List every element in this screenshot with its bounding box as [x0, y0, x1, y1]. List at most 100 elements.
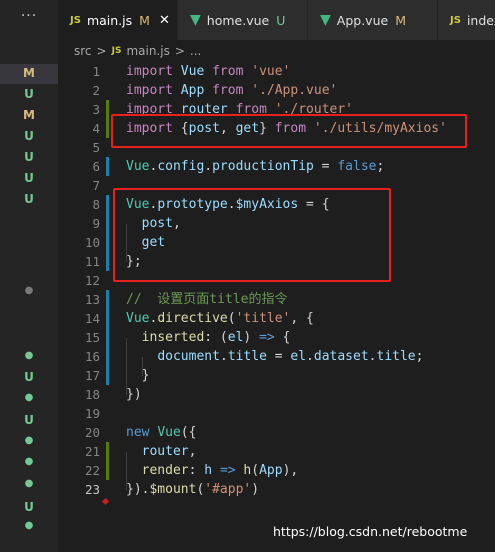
highlight-box-import — [111, 114, 467, 148]
code-token: . — [219, 349, 228, 364]
modified-gutter-marker — [106, 347, 109, 366]
line-number: 5 — [92, 140, 100, 155]
code-token: ) — [251, 482, 260, 497]
code-text: Vue.directive('title', { — [126, 309, 314, 328]
modified-gutter-marker — [106, 290, 109, 309]
modified-gutter-marker — [106, 233, 109, 252]
code-token: }). — [126, 482, 150, 497]
code-line[interactable]: 16 document.title = el.dataset.title; — [58, 347, 495, 366]
code-token: => — [259, 330, 275, 345]
added-gutter-marker — [106, 100, 109, 119]
line-number: 21 — [84, 444, 100, 459]
code-text: inserted: (el) => { — [126, 328, 291, 347]
code-token: . — [368, 349, 377, 364]
line-number: 20 — [84, 425, 100, 440]
scm-status-badge: U — [24, 413, 34, 427]
breadcrumb-folder[interactable]: src — [74, 44, 92, 58]
modified-gutter-marker — [106, 328, 109, 347]
indent-guide — [126, 452, 127, 490]
change-dot-icon: ● — [24, 435, 34, 446]
code-line[interactable]: 6 Vue.config.productionTip = false; — [58, 157, 495, 176]
change-dot-icon: ● — [24, 285, 34, 296]
code-line[interactable]: 23}).$mount('#app') — [58, 480, 495, 499]
line-number: 18 — [84, 387, 100, 402]
vue-file-icon: ▼ — [190, 12, 201, 28]
code-line[interactable]: 14 Vue.directive('title', { — [58, 309, 495, 328]
line-number: 17 — [84, 368, 100, 383]
code-token: Vue — [126, 311, 150, 326]
line-number: 14 — [84, 311, 100, 326]
line-number: 3 — [92, 102, 100, 117]
code-line[interactable]: 21 router, — [58, 442, 495, 461]
code-text: }) — [126, 385, 142, 404]
code-token: new — [126, 425, 150, 440]
untracked-badge: U — [276, 12, 286, 28]
code-token: = — [266, 349, 291, 364]
code-token: config — [157, 159, 205, 174]
watermark: https://blog.csdn.net/rebootme — [273, 524, 468, 539]
code-line[interactable]: 1 import Vue from 'vue' — [58, 62, 495, 81]
line-number: 10 — [84, 235, 100, 250]
scm-status-badge: U — [24, 500, 34, 514]
chevron-right-icon: > — [174, 44, 185, 58]
code-token: . — [204, 159, 213, 174]
code-token: } — [126, 368, 150, 383]
code-token: el — [290, 349, 307, 364]
code-token: title — [227, 349, 267, 364]
breadcrumb-symbols[interactable]: ... — [190, 44, 201, 58]
tab-main-js[interactable]: JS main.js M ✕ — [58, 0, 178, 40]
line-number: 12 — [84, 273, 100, 288]
code-token: => — [219, 463, 236, 478]
code-token: Vue — [180, 64, 205, 79]
code-line[interactable]: 2 import App from './App.vue' — [58, 81, 495, 100]
modified-gutter-marker — [106, 366, 109, 385]
code-editor[interactable]: 1 import Vue from 'vue' 2 import App from '… — [58, 62, 495, 552]
line-number: 16 — [84, 349, 100, 364]
close-icon[interactable]: ✕ — [159, 13, 170, 28]
code-line[interactable]: 18}) — [58, 385, 495, 404]
code-token: el — [227, 330, 244, 345]
scm-status-badge: M — [23, 66, 35, 80]
code-token: Vue — [126, 159, 150, 174]
code-line[interactable]: 13 // 设置页面title的指令 — [58, 290, 495, 309]
tab-app-vue[interactable]: ▼ App.vue M — [308, 0, 438, 40]
more-actions-icon[interactable]: ··· — [0, 8, 58, 24]
code-token: = — [313, 159, 338, 174]
code-token: inserted — [141, 330, 205, 345]
code-token: router — [141, 444, 189, 459]
tab-home-vue[interactable]: ▼ home.vue U — [178, 0, 308, 40]
code-line[interactable]: 19 — [58, 404, 495, 423]
code-token: : — [188, 463, 205, 478]
code-token: directive — [157, 311, 228, 326]
code-token: , { — [290, 311, 314, 326]
code-token: 'title' — [235, 311, 291, 326]
code-line[interactable]: 17 } — [58, 366, 495, 385]
code-text: render: h => h(App), — [126, 461, 299, 480]
scm-status-badge: U — [24, 87, 34, 101]
code-text: }).$mount('#app') — [126, 480, 259, 499]
code-line[interactable]: 20 new Vue({ — [58, 423, 495, 442]
code-text: router, — [126, 442, 197, 461]
code-text: // 设置页面title的指令 — [126, 290, 287, 309]
code-token: ({ — [180, 425, 197, 440]
code-token: import — [126, 83, 173, 98]
code-token: ; — [415, 349, 424, 364]
tab-bar: JS main.js M ✕ ▼ home.vue U ▼ App.vue M … — [58, 0, 495, 40]
code-line[interactable]: 22 render: h => h(App), — [58, 461, 495, 480]
line-number: 2 — [92, 83, 100, 98]
tab-index[interactable]: JS index — [438, 0, 495, 40]
code-line[interactable]: 15 inserted: (el) => { — [58, 328, 495, 347]
code-text: import Vue from 'vue' — [126, 62, 290, 81]
scm-status-badge: M — [23, 108, 35, 122]
breadcrumb-file[interactable]: main.js — [126, 44, 169, 58]
tab-label: App.vue — [336, 12, 389, 28]
chevron-right-icon: > — [96, 44, 107, 58]
modified-gutter-marker — [106, 195, 109, 214]
code-token: h — [204, 463, 213, 478]
highlight-box-prototype — [113, 188, 391, 282]
code-text: Vue.config.productionTip = false; — [126, 157, 384, 176]
